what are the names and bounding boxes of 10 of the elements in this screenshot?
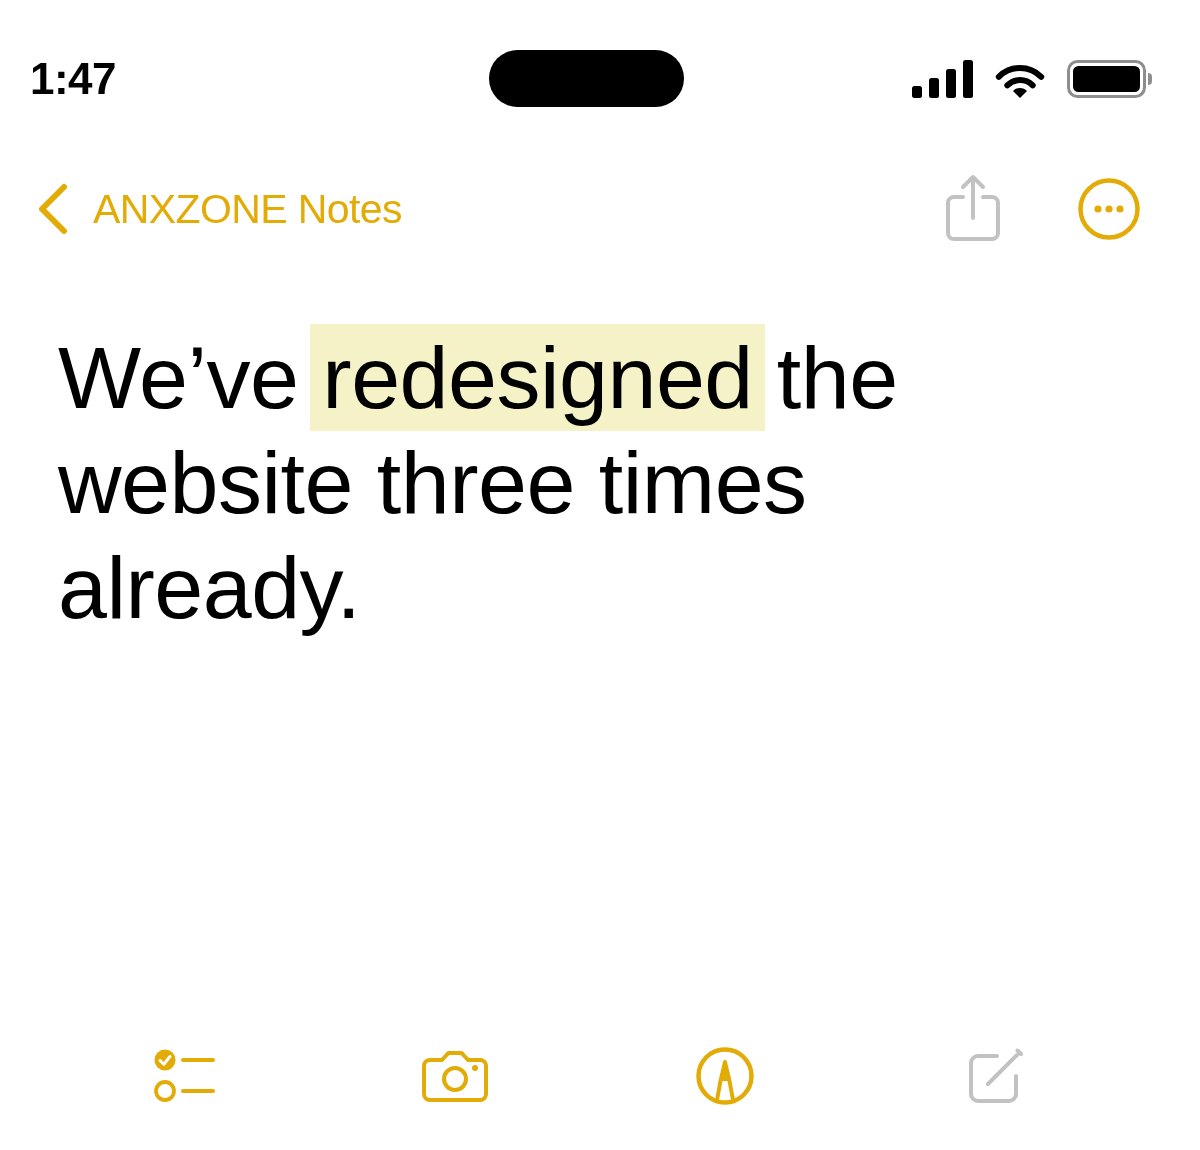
signal-icon (912, 59, 973, 98)
more-icon[interactable] (1078, 178, 1140, 240)
battery-icon (1067, 59, 1153, 98)
checklist-icon[interactable] (154, 1049, 216, 1103)
status-time: 1:47 (30, 53, 117, 104)
back-button[interactable]: ANXZONE Notes (37, 183, 402, 235)
chevron-left-icon (37, 183, 69, 235)
camera-icon[interactable] (422, 1050, 488, 1102)
pen-tip-circle-icon[interactable] (696, 1047, 754, 1105)
note-text: We’ve redesigned the website three times already. (0, 325, 1200, 640)
